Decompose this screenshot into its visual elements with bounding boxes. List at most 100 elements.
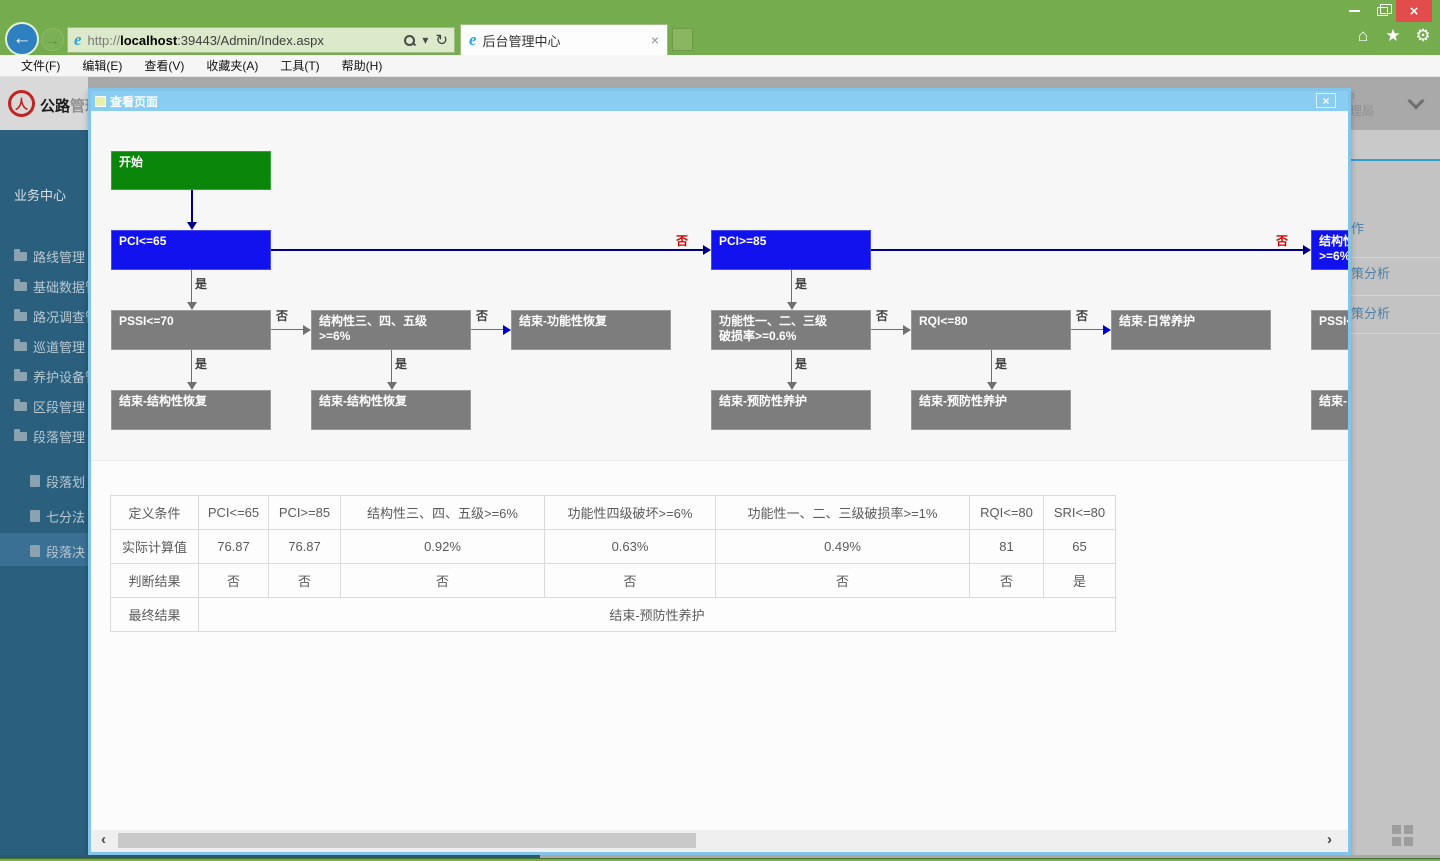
ie-logo-icon: e — [74, 30, 82, 50]
folder-icon — [14, 342, 27, 351]
modal-close-button[interactable]: × — [1316, 93, 1336, 108]
sidebar-item-folder-5[interactable]: 区段管理 — [0, 393, 88, 419]
modal-header[interactable]: 查看页面 × — [91, 91, 1348, 111]
browser-tab[interactable]: e 后台管理中心 × — [460, 24, 668, 55]
table-cell: 结构性三、四、五级>=6% — [341, 496, 545, 530]
sidebar-item-folder-3[interactable]: 巡道管理 — [0, 333, 88, 359]
table-cell: RQI<=80 — [970, 496, 1044, 530]
flow-node-line: 开始 — [119, 155, 263, 170]
new-tab-button[interactable] — [672, 28, 693, 51]
back-button[interactable]: ← — [5, 22, 39, 56]
flow-connector-4 — [271, 329, 303, 330]
search-icon[interactable] — [404, 35, 415, 46]
sidebar-item-folder-4[interactable]: 养护设备管 — [0, 363, 88, 389]
url-scheme: http:// — [88, 33, 121, 48]
flow-label-4: 否 — [276, 307, 288, 324]
view-page-modal: 查看页面 × 开始PCI<=65PCI>=85结构性>=6%PSSI<=70结构… — [88, 88, 1351, 855]
sidebar-item-folder-0[interactable]: 路线管理 — [0, 243, 88, 269]
flow-arrowhead-9 — [187, 382, 197, 390]
dialog-icon — [95, 96, 106, 107]
right-panel-separator — [1348, 257, 1440, 258]
scroll-right-icon[interactable]: › — [1327, 831, 1332, 848]
scrollbar-thumb[interactable] — [118, 833, 696, 848]
menu-item-2[interactable]: 查看(V) — [133, 57, 195, 74]
table-cell: 0.63% — [545, 530, 716, 564]
tab-close-icon[interactable]: × — [651, 32, 659, 48]
chevron-down-icon[interactable] — [1408, 93, 1425, 110]
flow-arrowhead-12 — [987, 382, 997, 390]
sidebar-item-doc-1[interactable]: 七分法 — [0, 503, 88, 529]
flow-arrowhead-10 — [387, 382, 397, 390]
tab-title: 后台管理中心 — [483, 31, 561, 50]
table-cell: 0.92% — [341, 530, 545, 564]
menu-item-1[interactable]: 编辑(E) — [71, 57, 133, 74]
sidebar-item-folder-6[interactable]: 段落管理 — [0, 423, 88, 449]
dropdown-icon[interactable]: ▾ — [422, 33, 428, 47]
minimize-button[interactable] — [1340, 0, 1368, 22]
sidebar-item-label: 段落划 — [46, 472, 85, 491]
sidebar-item-folder-1[interactable]: 基础数据管 — [0, 273, 88, 299]
flow-connector-2 — [871, 249, 1303, 251]
url-path: :39443/Admin/Index.aspx — [177, 33, 324, 48]
restore-button[interactable] — [1368, 0, 1396, 22]
menu-item-5[interactable]: 帮助(H) — [331, 57, 394, 74]
document-icon — [30, 510, 40, 522]
flow-connector-11 — [791, 350, 792, 382]
flow-node-8: RQI<=80 — [911, 310, 1071, 350]
flow-node-6: 结束-功能性恢复 — [511, 310, 671, 350]
sidebar-item-folder-2[interactable]: 路况调查管 — [0, 303, 88, 329]
menu-item-0[interactable]: 文件(F) — [10, 57, 71, 74]
document-icon — [30, 545, 40, 557]
table-cell: 否 — [269, 564, 341, 598]
flow-connector-8 — [791, 270, 792, 302]
table-cell: 否 — [970, 564, 1044, 598]
flow-arrowhead-7 — [1103, 325, 1111, 335]
table-cell: 65 — [1044, 530, 1116, 564]
link-fragment-0[interactable]: 作 — [1351, 218, 1364, 237]
sidebar-item-doc-0[interactable]: 段落划 — [0, 468, 88, 494]
table-row-2: 判断结果否否否否否否是 — [111, 564, 1116, 598]
flow-label-11: 是 — [995, 355, 1007, 372]
flow-label-0: 否 — [676, 232, 688, 249]
menu-item-3[interactable]: 收藏夹(A) — [195, 57, 269, 74]
h-scrollbar[interactable]: ‹ › — [91, 830, 1348, 852]
sidebar-item-label: 路线管理 — [33, 247, 85, 266]
address-bar[interactable]: e http://localhost:39443/Admin/Index.asp… — [67, 27, 455, 53]
flow-node-9: 结束-日常养护 — [1111, 310, 1271, 350]
table-cell: SRI<=80 — [1044, 496, 1116, 530]
grid-icon[interactable] — [1392, 825, 1413, 846]
flow-arrowhead-3 — [187, 302, 197, 310]
menu-bar: 文件(F)编辑(E)查看(V)收藏夹(A)工具(T)帮助(H) — [0, 55, 1440, 77]
folder-icon — [14, 402, 27, 411]
right-panel-top — [1348, 130, 1440, 160]
flow-arrowhead-2 — [1303, 245, 1311, 255]
table-row-0: 定义条件PCI<=65PCI>=85结构性三、四、五级>=6%功能性四级破坏>=… — [111, 496, 1116, 530]
flow-arrowhead-0 — [187, 222, 197, 230]
right-panel-separator — [1348, 333, 1440, 334]
flow-arrowhead-4 — [303, 325, 311, 335]
flow-node-line: 结束-功能性恢复 — [519, 314, 663, 329]
scroll-left-icon[interactable]: ‹ — [101, 831, 106, 848]
table-cell: 否 — [341, 564, 545, 598]
forward-button[interactable]: → — [41, 28, 64, 51]
table-cell: 结束-预防性养护 — [199, 598, 1116, 632]
link-fragment-2[interactable]: 策分析 — [1351, 303, 1390, 322]
menu-item-4[interactable]: 工具(T) — [269, 57, 330, 74]
flow-node-11: 结束-结构性恢复 — [111, 390, 271, 430]
settings-gear-icon[interactable]: ⚙ — [1412, 26, 1434, 46]
close-button[interactable]: × — [1396, 0, 1432, 22]
flow-node-line: 结束-结构性恢复 — [119, 394, 263, 409]
folder-icon — [14, 282, 27, 291]
flow-arrowhead-1 — [703, 245, 711, 255]
flow-node-5: 结构性三、四、五级>=6% — [311, 310, 471, 350]
sidebar-item-doc-2[interactable]: 段落决 — [0, 538, 88, 564]
home-icon[interactable]: ⌂ — [1352, 26, 1374, 46]
refresh-icon[interactable]: ↻ — [435, 31, 448, 49]
flow-node-line: >=6% — [1319, 249, 1348, 264]
table-cell: 否 — [545, 564, 716, 598]
link-fragment-1[interactable]: 策分析 — [1351, 263, 1390, 282]
table-cell: 否 — [716, 564, 970, 598]
favorites-star-icon[interactable]: ★ — [1382, 26, 1404, 46]
table-cell: 功能性一、二、三级破损率>=1% — [716, 496, 970, 530]
restore-icon — [1377, 7, 1388, 16]
